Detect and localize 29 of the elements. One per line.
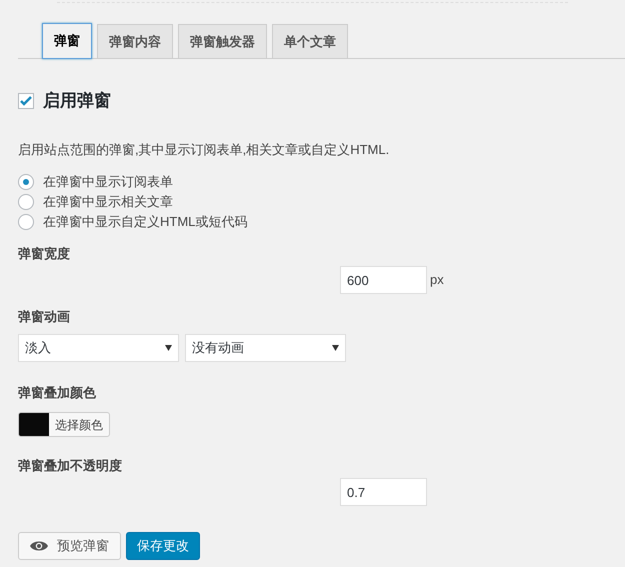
opacity-field[interactable]: 0.7	[340, 478, 427, 506]
field-label: 弹窗叠加颜色	[18, 384, 97, 402]
unit-label: px	[430, 271, 444, 290]
tab[interactable]: 弹窗触发器	[178, 24, 267, 58]
field-label: 弹窗叠加不透明度	[18, 457, 123, 475]
width-field[interactable]: 600	[340, 266, 427, 294]
radio-label: 在弹窗中显示相关文章	[43, 193, 173, 212]
tab[interactable]: 单个文章	[272, 24, 348, 58]
dropdown[interactable]: 没有动画	[185, 334, 346, 362]
caret-icon	[332, 345, 339, 351]
radio-button[interactable]	[18, 214, 34, 230]
radio-label: 在弹窗中显示自定义HTML或短代码	[43, 213, 248, 232]
save-button[interactable]: 保存更改	[126, 532, 200, 560]
color-picker-button[interactable]: 选择颜色	[18, 412, 110, 437]
description-text: 启用站点范围的弹窗,其中显示订阅表单,相关文章或自定义HTML.	[18, 141, 390, 159]
radio-button[interactable]	[18, 174, 34, 190]
eye-icon	[30, 540, 48, 552]
tab[interactable]: 弹窗内容	[97, 24, 173, 58]
dropdown[interactable]: 淡入	[18, 334, 179, 362]
caret-icon	[165, 345, 172, 351]
checkbox-label: 启用弹窗	[43, 90, 111, 112]
radio-button[interactable]	[18, 194, 34, 210]
checkmark-icon	[20, 96, 32, 106]
checkbox[interactable]	[18, 93, 34, 109]
radio-label: 在弹窗中显示订阅表单	[43, 173, 173, 192]
preview-button[interactable]: 预览弹窗	[18, 532, 121, 560]
field-label: 弹窗动画	[18, 308, 71, 326]
tab[interactable]: 弹窗	[42, 23, 92, 59]
field-label: 弹窗宽度	[18, 245, 71, 263]
